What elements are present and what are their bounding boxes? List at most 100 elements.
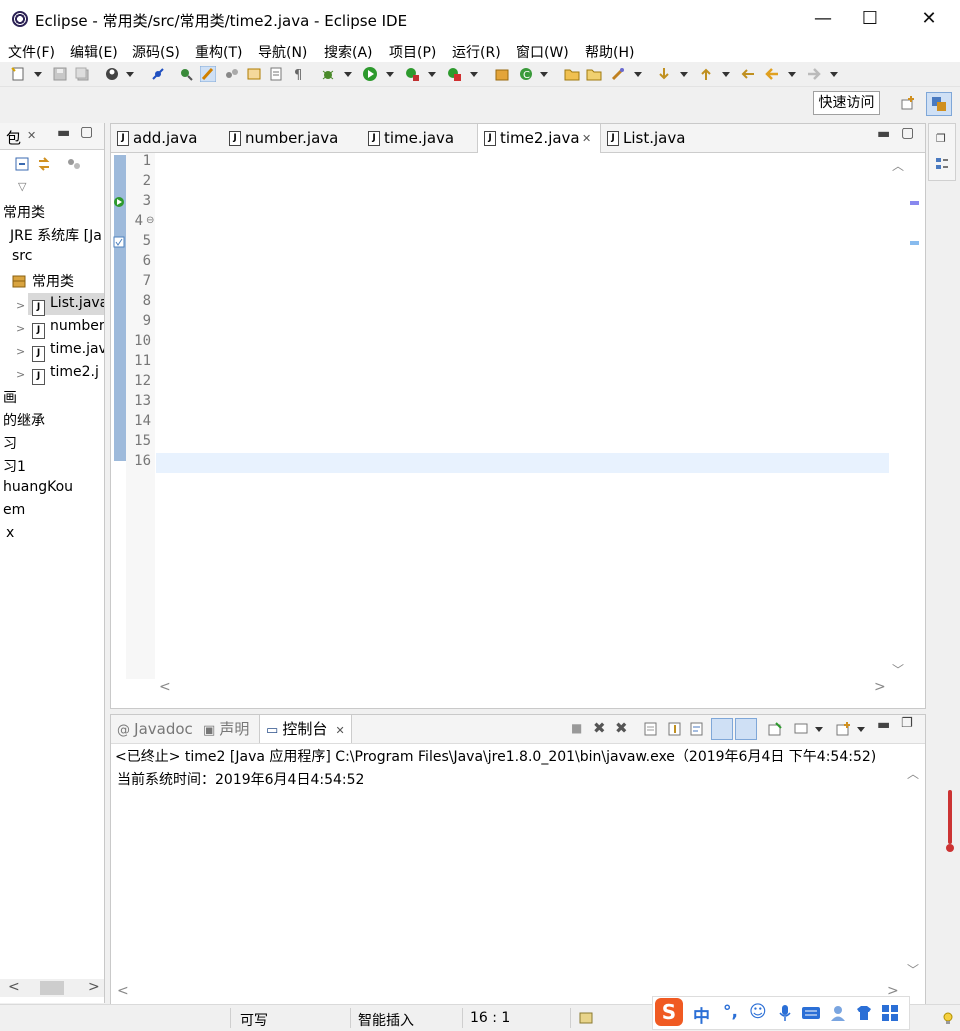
tab-close-icon[interactable]: ✕ [335, 724, 344, 737]
forward-icon[interactable] [806, 66, 822, 82]
tree-jre-library[interactable]: JRE 系统库 [Ja [10, 225, 102, 245]
minimize-view-icon[interactable]: ▬ [57, 125, 70, 141]
tree-project-7[interactable]: x [6, 525, 14, 541]
quick-access-field[interactable]: 快速访问 [813, 91, 880, 115]
console-minimize-icon[interactable]: ▬ [877, 717, 890, 733]
last-edit-location-icon[interactable] [740, 66, 756, 82]
annotation-icon[interactable] [224, 66, 240, 82]
new-file-icon[interactable] [10, 66, 26, 82]
tree-project-2[interactable]: 的继承 [3, 410, 45, 430]
sogou-logo-icon[interactable]: S [655, 998, 683, 1026]
skin-icon[interactable] [855, 1004, 873, 1022]
pin-console-icon[interactable] [767, 721, 783, 737]
prev-edit-dropdown-arrow[interactable] [722, 72, 730, 77]
back-dropdown-arrow[interactable] [788, 72, 796, 77]
external-tools-icon[interactable] [446, 66, 462, 82]
back-icon[interactable] [764, 66, 780, 82]
tree-expand-arrow[interactable]: ▽ [18, 180, 26, 193]
view-menu-icon[interactable] [66, 156, 82, 172]
tab-time-java[interactable]: Jtime.java [362, 124, 490, 152]
debug-dropdown-arrow[interactable] [344, 72, 352, 77]
tree-project-5[interactable]: huangKou [3, 479, 73, 495]
console-vscroll[interactable]: ︿ ﹀ [904, 765, 922, 981]
tree-arrow-time[interactable]: > [16, 345, 25, 358]
open-type-icon[interactable] [178, 66, 194, 82]
close-button[interactable]: ✕ [906, 0, 952, 38]
ime-punctuation-toggle[interactable]: °, [723, 1002, 738, 1022]
scroll-down-arrow[interactable]: ﹀ [892, 661, 904, 678]
remove-launch-icon[interactable]: ✖ [593, 719, 606, 737]
keyboard-icon[interactable] [801, 1005, 821, 1021]
remove-all-terminated-icon[interactable]: ✖ [615, 719, 628, 737]
tree-project-changyonglei[interactable]: 常用类 [3, 202, 45, 222]
minimize-button[interactable]: — [800, 0, 846, 38]
tab-close-icon[interactable]: ✕ [582, 125, 591, 153]
scroll-right-arrow[interactable]: > [874, 679, 886, 695]
coverage-icon[interactable] [404, 66, 420, 82]
restore-icon[interactable]: ❐ [936, 132, 946, 145]
prev-edit-icon[interactable] [698, 66, 714, 82]
maximize-button[interactable]: ☐ [847, 0, 893, 38]
tab-javadoc[interactable]: @ Javadoc [117, 715, 193, 743]
skip-breakpoints-icon[interactable] [150, 66, 166, 82]
tree-project-6[interactable]: em [3, 502, 25, 518]
collapse-all-icon[interactable] [14, 156, 30, 172]
tree-file-number[interactable]: Jnumber [32, 318, 104, 339]
menu-source[interactable]: 源码(S) [132, 42, 180, 62]
tab-add-java[interactable]: Jadd.java [111, 124, 231, 152]
fold-toggle-icon[interactable]: ⊖ [146, 215, 154, 226]
show-whitespace-icon[interactable]: ¶ [290, 66, 306, 82]
block-selection-icon[interactable] [268, 66, 284, 82]
tree-file-time[interactable]: Jtime.jav [32, 341, 104, 362]
show-on-output-button[interactable] [711, 718, 733, 740]
lightbulb-icon[interactable] [940, 1010, 956, 1026]
save-all-icon[interactable] [74, 66, 90, 82]
menu-window[interactable]: 窗口(W) [516, 42, 569, 62]
display-console-icon[interactable] [793, 721, 809, 737]
tree-arrow-time2[interactable]: > [16, 368, 25, 381]
new-java-project-icon[interactable] [494, 66, 510, 82]
coverage-dropdown-arrow[interactable] [428, 72, 436, 77]
tree-project-4[interactable]: 习1 [3, 456, 26, 476]
profile-icon[interactable] [104, 66, 120, 82]
search-dropdown-arrow[interactable] [634, 72, 642, 77]
console-output-text[interactable]: 当前系统时间：2019年6月4日4:54:52 [117, 769, 364, 789]
maximize-view-icon[interactable]: ▢ [80, 124, 93, 140]
menu-edit[interactable]: 编辑(E) [70, 42, 118, 62]
tree-file-list[interactable]: J List.java [32, 295, 104, 316]
forward-dropdown-arrow[interactable] [830, 72, 838, 77]
editor-hscroll[interactable]: < > [156, 679, 889, 698]
run-icon[interactable] [362, 66, 378, 82]
outline-view-icon[interactable] [934, 156, 950, 172]
tree-project-3[interactable]: 习 [3, 433, 17, 453]
overview-marker[interactable] [910, 241, 919, 245]
word-wrap-icon[interactable] [689, 721, 705, 737]
new-dropdown-arrow[interactable] [34, 72, 42, 77]
menu-file[interactable]: 文件(F) [8, 42, 55, 62]
menu-project[interactable]: 项目(P) [389, 42, 436, 62]
open-perspective-icon[interactable] [900, 95, 916, 111]
tab-number-java[interactable]: Jnumber.java [223, 124, 369, 152]
external-tools-dropdown-arrow[interactable] [470, 72, 478, 77]
mark-occurrences-icon[interactable] [200, 66, 216, 82]
menu-search[interactable]: 搜索(A) [324, 42, 373, 62]
toolbox-icon[interactable] [881, 1004, 899, 1022]
new-class-icon[interactable]: C [518, 66, 534, 82]
code-area[interactable] [156, 153, 889, 679]
tab-declaration[interactable]: ▣ 声明 [203, 715, 249, 743]
ime-language-toggle[interactable]: 中 [693, 1002, 710, 1027]
overview-marker[interactable] [910, 201, 919, 205]
microphone-icon[interactable] [777, 1004, 793, 1022]
hscroll-thumb[interactable] [40, 981, 64, 995]
package-explorer-tab[interactable]: 包 [6, 127, 21, 148]
terminate-icon[interactable]: ■ [571, 721, 582, 735]
debug-icon[interactable] [320, 66, 336, 82]
open-console-dropdown-arrow[interactable] [857, 727, 865, 732]
menu-refactor[interactable]: 重构(T) [195, 42, 242, 62]
display-console-dropdown-arrow[interactable] [815, 727, 823, 732]
tree-project-1[interactable]: 画 [3, 387, 17, 407]
open-task-icon[interactable] [586, 66, 602, 82]
package-explorer-hscroll[interactable]: < > [0, 979, 104, 997]
link-with-editor-icon[interactable] [36, 156, 52, 172]
editor-minimize-icon[interactable]: ▬ [877, 126, 890, 142]
